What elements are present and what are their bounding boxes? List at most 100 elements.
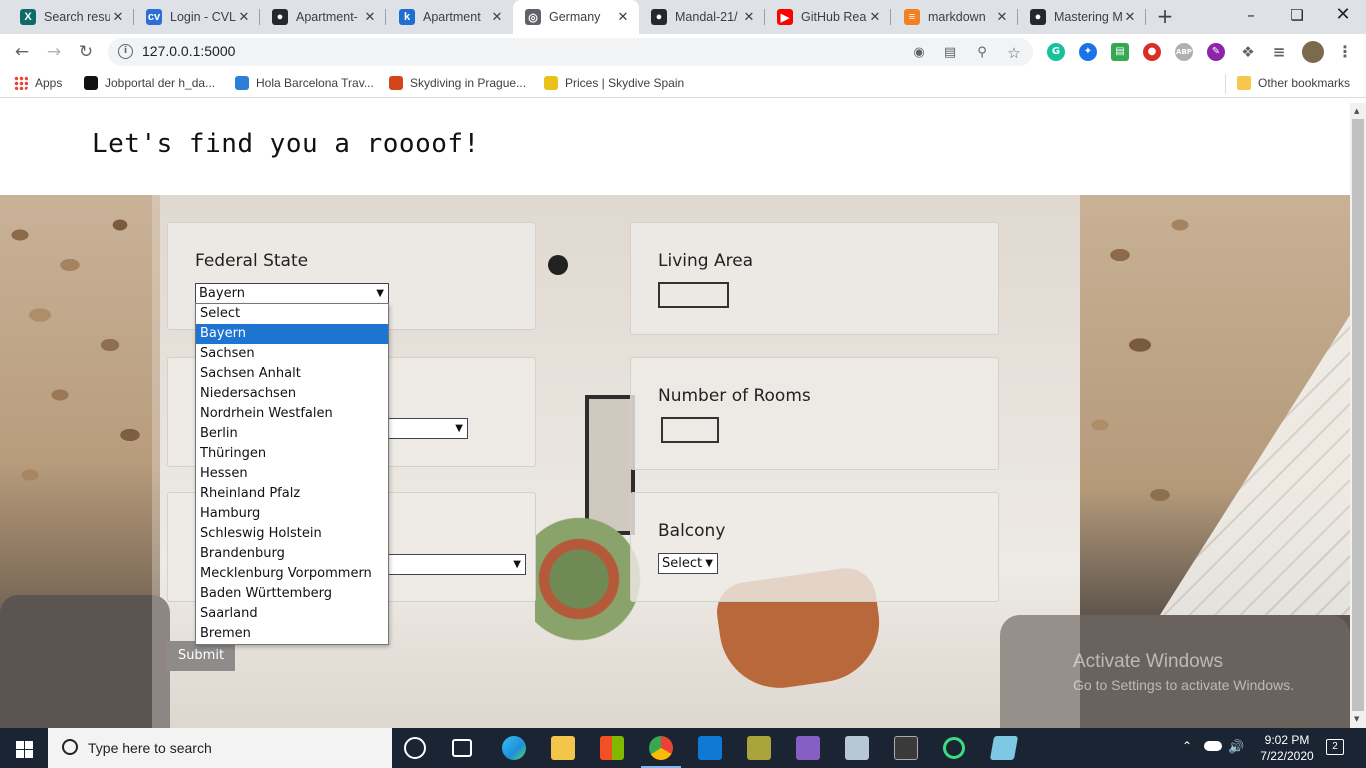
edge-icon[interactable] bbox=[502, 736, 526, 760]
close-tab-icon[interactable]: ✕ bbox=[110, 9, 126, 25]
browser-tab[interactable]: ≡ markdown ✕ bbox=[892, 0, 1018, 34]
federal-state-option[interactable]: Saarland bbox=[196, 604, 388, 624]
sync-app-icon[interactable] bbox=[943, 737, 965, 759]
federal-state-option[interactable]: Thüringen bbox=[196, 444, 388, 464]
terminal-icon[interactable] bbox=[894, 736, 918, 760]
minimize-button[interactable]: – bbox=[1228, 0, 1274, 32]
extension-green-icon[interactable]: ▤ bbox=[1111, 43, 1129, 61]
other-bookmarks[interactable]: Other bookmarks bbox=[1237, 76, 1350, 90]
notes-app-icon[interactable] bbox=[989, 736, 1019, 760]
tray-overflow-icon[interactable]: ⌃ bbox=[1182, 739, 1192, 768]
url-text[interactable]: 127.0.0.1:5000 bbox=[142, 43, 235, 59]
bookmark-label: Hola Barcelona Trav... bbox=[256, 76, 374, 90]
close-tab-icon[interactable]: ✕ bbox=[489, 9, 505, 25]
address-bar[interactable]: i 127.0.0.1:5000 ◉ ▤ ⚲ ☆ bbox=[108, 38, 1033, 66]
browser-tab[interactable]: ● Apartment- ✕ bbox=[260, 0, 386, 34]
site-info-icon[interactable]: i bbox=[118, 44, 133, 59]
scrollbar-thumb[interactable] bbox=[1352, 119, 1364, 711]
browser-tab[interactable]: ▶ GitHub Rea ✕ bbox=[765, 0, 891, 34]
resource-monitor-icon[interactable] bbox=[845, 736, 869, 760]
close-tab-icon[interactable]: ✕ bbox=[741, 9, 757, 25]
translate-icon[interactable]: ▤ bbox=[943, 46, 957, 60]
federal-state-option[interactable]: Select bbox=[196, 304, 388, 324]
forward-icon[interactable]: → bbox=[42, 40, 66, 64]
browser-tab[interactable]: ● Mastering M ✕ bbox=[1018, 0, 1146, 34]
federal-state-option[interactable]: Sachsen bbox=[196, 344, 388, 364]
system-clock[interactable]: 9:02 PM 7/22/2020 bbox=[1252, 732, 1322, 764]
scroll-up-arrow[interactable]: ▲ bbox=[1354, 107, 1359, 115]
balcony-select[interactable]: Select ▼ bbox=[658, 553, 718, 574]
extension-red-icon[interactable]: ● bbox=[1143, 43, 1161, 61]
federal-state-option[interactable]: Mecklenburg Vorpommern bbox=[196, 564, 388, 584]
federal-state-option[interactable]: Sachsen Anhalt bbox=[196, 364, 388, 384]
close-tab-icon[interactable]: ✕ bbox=[236, 9, 252, 25]
federal-state-option[interactable]: Berlin bbox=[196, 424, 388, 444]
store-icon[interactable] bbox=[600, 736, 624, 760]
browser-tab[interactable]: k Apartment ✕ bbox=[387, 0, 513, 34]
reload-icon[interactable]: ↻ bbox=[74, 40, 98, 64]
federal-state-option[interactable]: Schleswig Holstein bbox=[196, 524, 388, 544]
close-tab-icon[interactable]: ✕ bbox=[615, 9, 631, 25]
mail-icon[interactable] bbox=[698, 736, 722, 760]
extension-blue-icon[interactable]: ✦ bbox=[1079, 43, 1097, 61]
federal-state-option[interactable]: Hamburg bbox=[196, 504, 388, 524]
bookmark-item[interactable]: Prices | Skydive Spain bbox=[544, 76, 684, 90]
bookmark-item[interactable]: Jobportal der h_da... bbox=[84, 76, 215, 90]
media-queue-icon[interactable]: ≡ bbox=[1270, 43, 1288, 61]
federal-state-option[interactable]: Nordrhein Westfalen bbox=[196, 404, 388, 424]
extensions-puzzle-icon[interactable]: ❖ bbox=[1239, 43, 1257, 61]
close-tab-icon[interactable]: ✕ bbox=[1122, 9, 1138, 25]
close-window-button[interactable]: ✕ bbox=[1320, 0, 1366, 32]
apps-shortcut[interactable]: Apps bbox=[14, 76, 62, 90]
bookmark-item[interactable]: Hola Barcelona Trav... bbox=[235, 76, 374, 90]
federal-state-option[interactable]: Bremen bbox=[196, 624, 388, 644]
number-of-rooms-input[interactable] bbox=[661, 417, 719, 443]
task-view-icon[interactable] bbox=[452, 739, 472, 757]
browser-tab[interactable]: cv Login - CVL ✕ bbox=[134, 0, 260, 34]
second-left-select[interactable]: ▼ bbox=[388, 418, 468, 439]
chrome-menu-icon[interactable]: ⋮ bbox=[1336, 43, 1354, 61]
chrome-icon[interactable] bbox=[649, 736, 673, 760]
federal-state-option[interactable]: Niedersachsen bbox=[196, 384, 388, 404]
bookmark-item[interactable]: Skydiving in Prague... bbox=[389, 76, 526, 90]
grammarly-icon[interactable]: G bbox=[1047, 43, 1065, 61]
scroll-down-arrow[interactable]: ▼ bbox=[1354, 715, 1359, 723]
visual-studio-icon[interactable] bbox=[796, 736, 820, 760]
taskbar-search[interactable]: Type here to search bbox=[48, 728, 392, 768]
zoom-icon[interactable]: ⚲ bbox=[975, 46, 989, 60]
clock-time: 9:02 PM bbox=[1264, 733, 1310, 747]
third-left-select[interactable]: ▼ bbox=[388, 554, 526, 575]
browser-tab[interactable]: ● Mandal-21/✕ bbox=[639, 0, 765, 34]
number-of-rooms-card: Number of Rooms bbox=[630, 357, 999, 470]
file-explorer-icon[interactable] bbox=[551, 736, 575, 760]
tools-app-icon[interactable] bbox=[747, 736, 771, 760]
browser-tab[interactable]: ◎ Germany ✕ bbox=[513, 0, 639, 34]
federal-state-option[interactable]: Baden Württemberg bbox=[196, 584, 388, 604]
extension-purple-icon[interactable]: ✎ bbox=[1207, 43, 1225, 61]
profile-avatar[interactable] bbox=[1302, 41, 1324, 63]
close-tab-icon[interactable]: ✕ bbox=[867, 9, 883, 25]
browser-tab[interactable]: X Search resu ✕ bbox=[8, 0, 134, 34]
living-area-input[interactable] bbox=[658, 282, 729, 308]
federal-state-dropdown-list[interactable]: Select Bayern Sachsen Sachsen Anhalt Nieders… bbox=[195, 303, 389, 645]
page-scrollbar[interactable]: ▲ ▼ bbox=[1350, 103, 1366, 728]
onedrive-icon[interactable] bbox=[1204, 741, 1222, 751]
close-tab-icon[interactable]: ✕ bbox=[994, 9, 1010, 25]
notifications-icon[interactable]: 2 bbox=[1326, 739, 1344, 755]
federal-state-select[interactable]: Bayern ▼ bbox=[195, 283, 389, 304]
close-tab-icon[interactable]: ✕ bbox=[362, 9, 378, 25]
bookmark-star-icon[interactable]: ☆ bbox=[1007, 46, 1021, 61]
camera-blocked-icon[interactable]: ◉ bbox=[912, 46, 926, 60]
back-icon[interactable]: ← bbox=[10, 40, 34, 64]
federal-state-option[interactable]: Hessen bbox=[196, 464, 388, 484]
start-button[interactable] bbox=[0, 728, 48, 768]
new-tab-button[interactable]: + bbox=[1154, 4, 1176, 28]
restore-button[interactable]: ❏ bbox=[1274, 0, 1320, 32]
adblock-icon[interactable]: ABP bbox=[1175, 43, 1193, 61]
cortana-icon[interactable] bbox=[404, 737, 426, 759]
submit-button[interactable]: Submit bbox=[167, 641, 235, 671]
volume-icon[interactable]: 🔊 bbox=[1228, 739, 1244, 768]
federal-state-option[interactable]: Rheinland Pfalz bbox=[196, 484, 388, 504]
federal-state-option[interactable]: Bayern bbox=[196, 324, 388, 344]
federal-state-option[interactable]: Brandenburg bbox=[196, 544, 388, 564]
